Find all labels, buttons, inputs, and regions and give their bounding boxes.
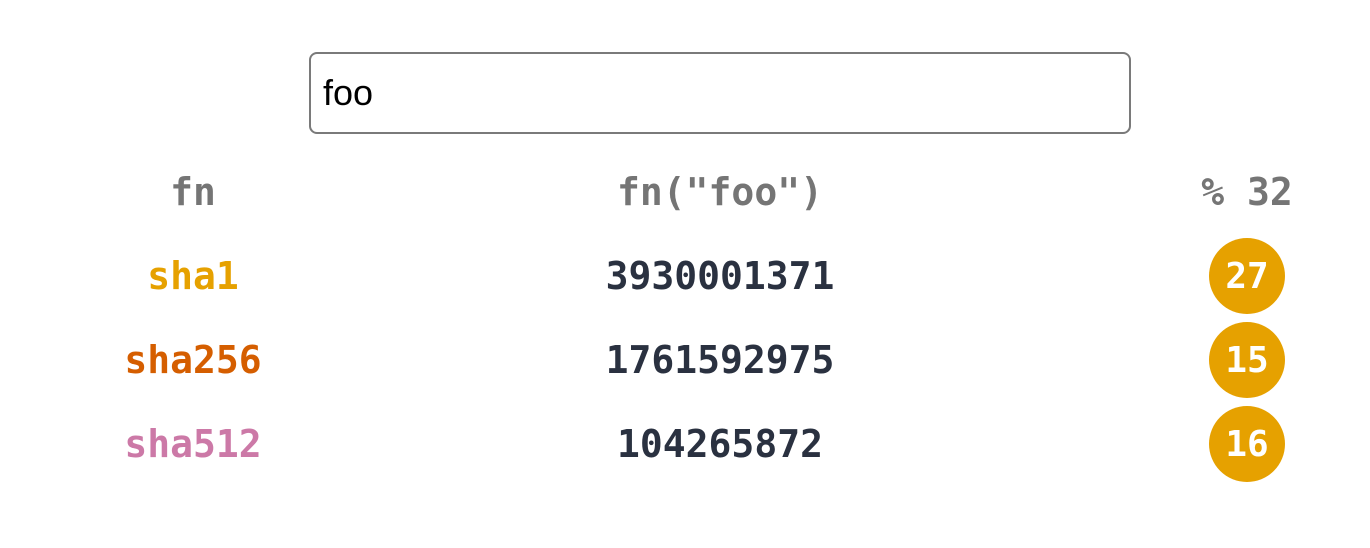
hash-value: 104265872: [617, 422, 823, 466]
mod-cell: 16: [1147, 402, 1347, 486]
fn-name: sha512: [124, 422, 262, 466]
table-row: sha512 104265872 16: [0, 402, 1370, 486]
mod-cell: 27: [1147, 234, 1347, 318]
table-row: sha1 3930001371 27: [0, 234, 1370, 318]
hash-table: fn fn("foo") % 32 sha1 3930001371 27 sha…: [0, 150, 1370, 486]
search-container: [309, 52, 1131, 134]
mod-cell: 15: [1147, 318, 1347, 402]
hash-value: 3930001371: [605, 254, 835, 298]
table-header: fn fn("foo") % 32: [0, 150, 1370, 234]
hash-value: 1761592975: [605, 338, 835, 382]
table-row: sha256 1761592975 15: [0, 318, 1370, 402]
mod-badge: 16: [1209, 406, 1285, 482]
fn-name: sha256: [124, 338, 262, 382]
mod-badge: 27: [1209, 238, 1285, 314]
mod-badge: 15: [1209, 322, 1285, 398]
fn-name: sha1: [147, 254, 239, 298]
header-fn: fn: [170, 170, 216, 214]
hash-input[interactable]: [309, 52, 1131, 134]
header-result: fn("foo"): [617, 170, 823, 214]
header-mod: % 32: [1201, 170, 1293, 214]
